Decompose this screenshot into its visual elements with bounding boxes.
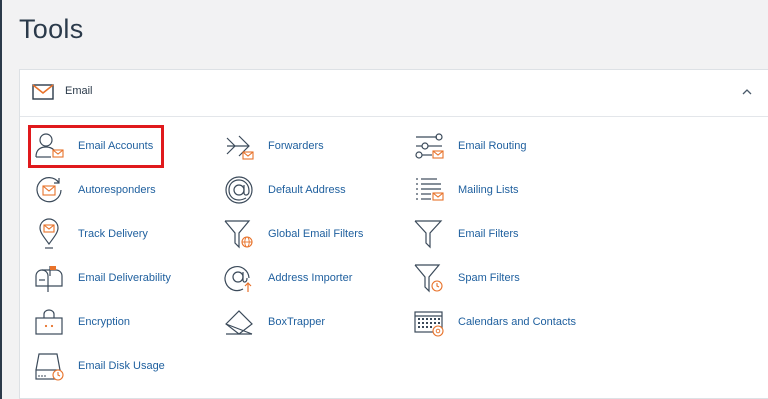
- tool-label: Track Delivery: [78, 228, 148, 240]
- tool-mailing-lists[interactable]: Mailing Lists: [413, 172, 519, 208]
- calendars-contacts-icon: [413, 306, 445, 338]
- tool-email-accounts[interactable]: Email Accounts: [33, 128, 153, 164]
- tool-label: Encryption: [78, 316, 130, 328]
- tool-label: Spam Filters: [458, 272, 520, 284]
- email-section-panel: Email Email Accounts Forwarders Email Ro…: [19, 69, 768, 399]
- boxtrapper-icon: [223, 306, 255, 338]
- tool-label: Forwarders: [268, 140, 324, 152]
- email-deliverability-icon: [33, 262, 65, 294]
- tool-calendars-and-contacts[interactable]: Calendars and Contacts: [413, 304, 576, 340]
- left-edge-bar: [0, 0, 2, 399]
- address-importer-icon: [223, 262, 255, 294]
- tool-label: Email Deliverability: [78, 272, 171, 284]
- tool-spam-filters[interactable]: Spam Filters: [413, 260, 520, 296]
- tool-global-email-filters[interactable]: Global Email Filters: [223, 216, 363, 252]
- tool-label: Address Importer: [268, 272, 353, 284]
- tool-email-deliverability[interactable]: Email Deliverability: [33, 260, 171, 296]
- tool-label: Autoresponders: [78, 184, 156, 196]
- tool-track-delivery[interactable]: Track Delivery: [33, 216, 148, 252]
- tool-label: Global Email Filters: [268, 228, 364, 240]
- envelope-icon: [32, 84, 54, 100]
- email-disk-usage-icon: [33, 350, 65, 382]
- autoresponders-icon: [33, 174, 65, 206]
- tool-address-importer[interactable]: Address Importer: [223, 260, 352, 296]
- global-email-filters-icon: [223, 218, 255, 250]
- tool-label: Email Disk Usage: [78, 360, 165, 372]
- tool-label: Email Accounts: [78, 140, 154, 152]
- encryption-icon: [33, 306, 65, 338]
- forwarders-icon: [223, 130, 255, 162]
- tool-label: Email Filters: [458, 228, 519, 240]
- tool-email-routing[interactable]: Email Routing: [413, 128, 526, 164]
- tool-label: Mailing Lists: [458, 184, 519, 196]
- email-filters-icon: [413, 218, 445, 250]
- tool-default-address[interactable]: Default Address: [223, 172, 346, 208]
- tool-email-disk-usage[interactable]: Email Disk Usage: [33, 348, 165, 384]
- email-routing-icon: [413, 130, 445, 162]
- tool-forwarders[interactable]: Forwarders: [223, 128, 324, 164]
- page-title: Tools: [19, 14, 84, 44]
- tool-label: Default Address: [268, 184, 346, 196]
- tool-autoresponders[interactable]: Autoresponders: [33, 172, 156, 208]
- tool-label: Calendars and Contacts: [458, 316, 577, 328]
- track-delivery-icon: [33, 218, 65, 250]
- tool-label: BoxTrapper: [268, 316, 326, 328]
- chevron-up-icon[interactable]: [740, 85, 754, 99]
- email-accounts-icon: [33, 130, 65, 162]
- tool-boxtrapper[interactable]: BoxTrapper: [223, 304, 325, 340]
- tool-email-filters[interactable]: Email Filters: [413, 216, 519, 252]
- tool-label: Email Routing: [458, 140, 527, 152]
- mailing-lists-icon: [413, 174, 445, 206]
- tool-encryption[interactable]: Encryption: [33, 304, 130, 340]
- email-section-title: Email: [65, 85, 93, 97]
- email-section-header[interactable]: Email: [20, 70, 768, 117]
- spam-filters-icon: [413, 262, 445, 294]
- default-address-icon: [223, 174, 255, 206]
